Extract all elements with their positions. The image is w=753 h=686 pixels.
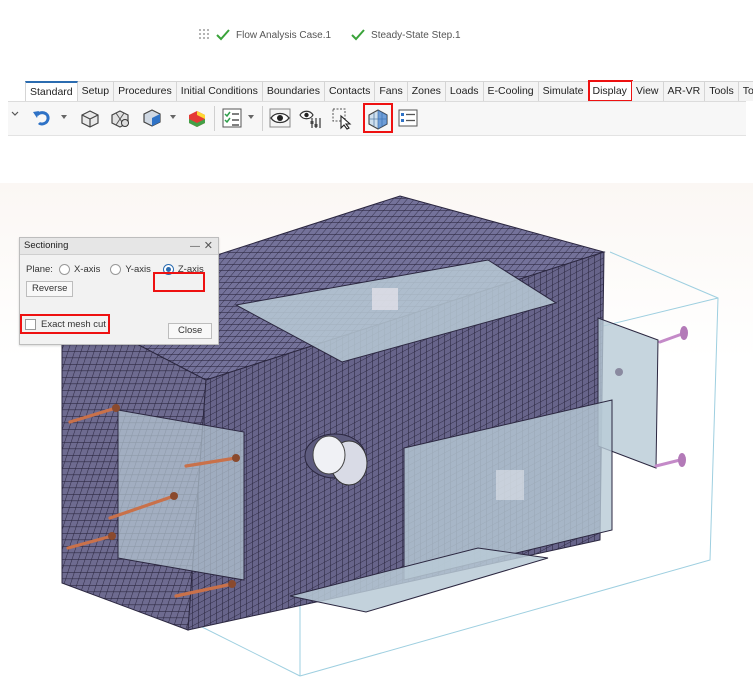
tab-simulate[interactable]: Simulate xyxy=(538,81,589,101)
display-settings-icon[interactable] xyxy=(298,106,322,130)
radio-label-x-axis[interactable]: X-axis xyxy=(74,264,100,275)
status-item-label: Flow Analysis Case.1 xyxy=(236,29,332,41)
radio-y-axis[interactable] xyxy=(110,264,122,275)
ribbon-toolbar xyxy=(8,101,746,136)
tab-loads[interactable]: Loads xyxy=(445,81,484,101)
tab-fans[interactable]: Fans xyxy=(375,81,408,101)
tab-boundaries[interactable]: Boundaries xyxy=(262,81,325,101)
shaded-body-icon[interactable] xyxy=(140,106,164,130)
green-check-icon xyxy=(216,29,230,41)
tab-procedures[interactable]: Procedures xyxy=(114,81,177,101)
eye-visibility-icon[interactable] xyxy=(268,106,292,130)
tab-display[interactable]: Display xyxy=(587,80,633,102)
status-line: Flow Analysis Case.1 Steady-State Step.1 xyxy=(198,28,481,42)
tab-setup[interactable]: Setup xyxy=(77,81,115,101)
minimize-icon[interactable]: — xyxy=(190,239,200,255)
tab-tools[interactable]: Tools xyxy=(705,81,739,101)
radio-x-axis[interactable] xyxy=(58,264,70,275)
pipe-ends-right xyxy=(678,326,688,467)
undo-icon[interactable] xyxy=(30,106,54,130)
tab-contacts[interactable]: Contacts xyxy=(324,81,376,101)
dotted-grid-icon xyxy=(199,29,209,39)
part-icon[interactable] xyxy=(78,106,102,130)
internal-block xyxy=(372,288,398,310)
section-plane-left xyxy=(117,409,245,581)
radio-label-y-axis[interactable]: Y-axis xyxy=(125,264,151,275)
chevron-down-icon[interactable] xyxy=(11,110,19,118)
pipes-right xyxy=(654,332,684,468)
plane-label: Plane: xyxy=(26,264,53,275)
tab-e-cooling[interactable]: E-Cooling xyxy=(483,81,539,101)
checklist-icon[interactable] xyxy=(220,106,244,130)
status-item-steady-state[interactable]: Steady-State Step.1 xyxy=(351,29,461,41)
tab-initial-conditions[interactable]: Initial Conditions xyxy=(176,81,263,101)
status-item-flow-analysis[interactable]: Flow Analysis Case.1 xyxy=(216,29,331,41)
tab-touch[interactable]: Touch xyxy=(738,81,753,101)
select-cursor-icon[interactable] xyxy=(330,106,354,130)
close-button[interactable]: Close xyxy=(168,323,213,339)
z-axis-highlight xyxy=(153,272,205,292)
exact-mesh-cut-highlight xyxy=(20,314,110,334)
dialog-title-bar[interactable]: Sectioning — ✕ xyxy=(20,238,218,255)
ribbon-tabs: Standard Setup Procedures Initial Condit… xyxy=(25,80,753,102)
green-check-icon xyxy=(351,29,365,41)
sectioning-dialog: Sectioning — ✕ Plane: X-axis Y-axis Z-ax… xyxy=(19,237,219,345)
close-icon[interactable]: ✕ xyxy=(204,238,213,254)
sectioning-icon[interactable] xyxy=(366,106,390,130)
mesh-tool-icon[interactable] xyxy=(108,106,132,130)
reverse-button[interactable]: Reverse xyxy=(26,281,74,297)
tab-standard[interactable]: Standard xyxy=(25,81,78,101)
dialog-title: Sectioning xyxy=(24,240,69,251)
internal-block xyxy=(496,470,524,500)
tab-zones[interactable]: Zones xyxy=(407,81,446,101)
tab-ar-vr[interactable]: AR-VR xyxy=(663,81,706,101)
tab-view[interactable]: View xyxy=(631,81,664,101)
status-item-label: Steady-State Step.1 xyxy=(371,29,461,41)
color-contour-icon[interactable] xyxy=(185,106,209,130)
list-settings-icon[interactable] xyxy=(396,106,420,130)
